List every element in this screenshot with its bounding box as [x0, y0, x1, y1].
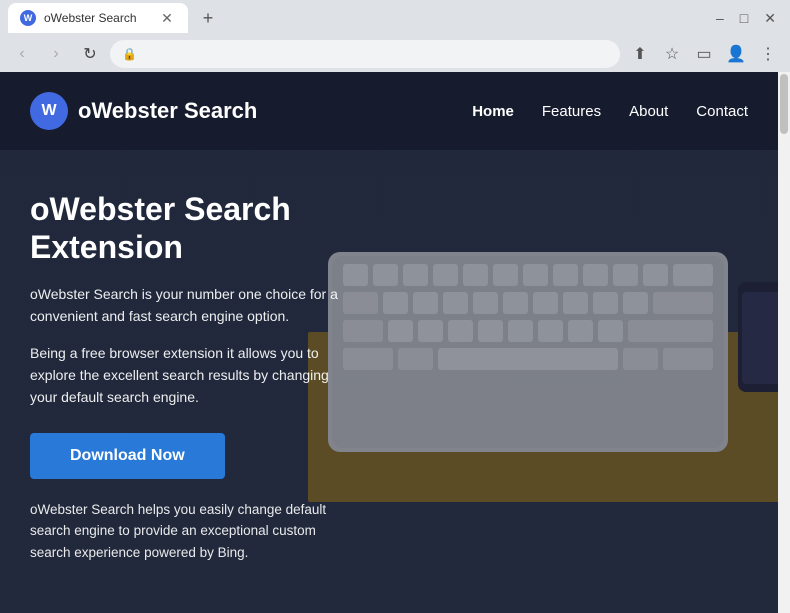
navigation: W oWebster Search Home Features About Co…: [0, 72, 778, 150]
hero-content: oWebster Search Extension oWebster Searc…: [0, 150, 380, 594]
tab-close-button[interactable]: ✕: [158, 9, 176, 27]
nav-link-contact[interactable]: Contact: [696, 103, 748, 120]
browser-content: W oWebster Search Home Features About Co…: [0, 72, 790, 613]
title-bar: W oWebster Search ✕ + – □ ✕: [0, 0, 790, 36]
share-button[interactable]: ⬆: [626, 40, 654, 68]
nav-link-features[interactable]: Features: [542, 103, 601, 120]
toolbar-actions: ⬆ ☆ ▭ 👤 ⋮: [626, 40, 782, 68]
brand-logo: W: [30, 92, 68, 130]
url-bar[interactable]: 🔒: [110, 40, 620, 68]
hero-desc-1: oWebster Search is your number one choic…: [30, 283, 350, 328]
tab-title: oWebster Search: [44, 11, 150, 25]
nav-link-home[interactable]: Home: [472, 103, 514, 120]
scrollbar-thumb[interactable]: [780, 74, 788, 134]
nav-links: Home Features About Contact: [472, 103, 748, 120]
maximize-button[interactable]: □: [734, 10, 754, 26]
back-button[interactable]: ‹: [8, 40, 36, 68]
refresh-button[interactable]: ↻: [76, 40, 104, 68]
browser-tab[interactable]: W oWebster Search ✕: [8, 3, 188, 33]
brand: W oWebster Search: [30, 92, 257, 130]
hero-desc-2: Being a free browser extension it allows…: [30, 342, 350, 409]
menu-button[interactable]: ⋮: [754, 40, 782, 68]
reader-mode-button[interactable]: ▭: [690, 40, 718, 68]
close-window-button[interactable]: ✕: [758, 10, 782, 27]
nav-link-about[interactable]: About: [629, 103, 668, 120]
minimize-button[interactable]: –: [710, 10, 730, 26]
download-button[interactable]: Download Now: [30, 433, 225, 479]
window-controls: – □ ✕: [710, 10, 782, 27]
new-tab-button[interactable]: +: [194, 4, 222, 32]
title-bar-left: W oWebster Search ✕ +: [8, 3, 710, 33]
brand-name: oWebster Search: [78, 98, 257, 124]
bookmark-button[interactable]: ☆: [658, 40, 686, 68]
hero-footer-text: oWebster Search helps you easily change …: [30, 499, 350, 564]
website: W oWebster Search Home Features About Co…: [0, 72, 778, 613]
tab-favicon: W: [20, 10, 36, 26]
profile-button[interactable]: 👤: [722, 40, 750, 68]
lock-icon: 🔒: [122, 47, 137, 61]
forward-button[interactable]: ›: [42, 40, 70, 68]
hero-title: oWebster Search Extension: [30, 190, 350, 267]
scrollbar[interactable]: [778, 72, 790, 613]
address-bar: ‹ › ↻ 🔒 ⬆ ☆ ▭ 👤 ⋮: [0, 36, 790, 72]
